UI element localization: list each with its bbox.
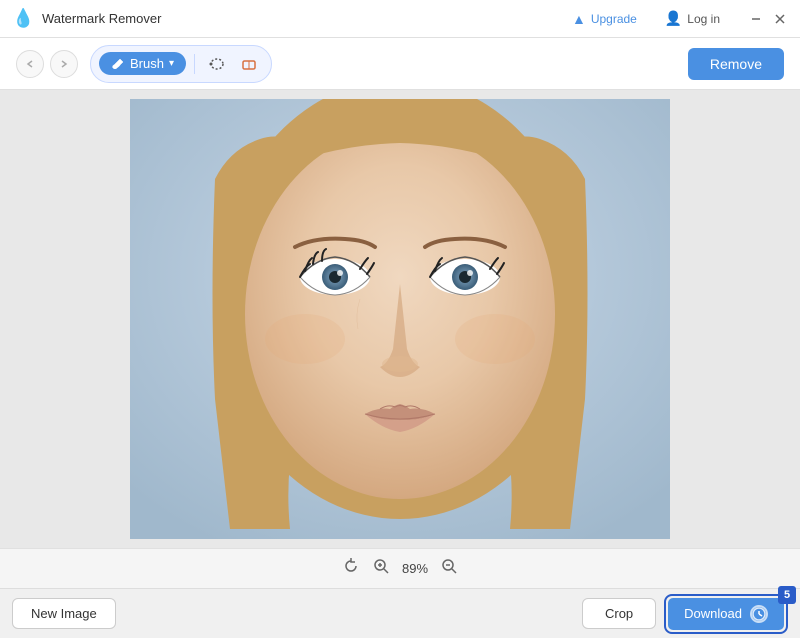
canvas-area[interactable] [0, 90, 800, 548]
crop-button[interactable]: Crop [582, 598, 656, 629]
tool-group: Brush ▾ [90, 45, 272, 83]
minimize-button[interactable] [748, 11, 764, 27]
title-bar: 💧 Watermark Remover ▲ Upgrade 👤 Log in [0, 0, 800, 38]
brush-dropdown-icon: ▾ [169, 58, 174, 69]
app-icon: 💧 [12, 8, 34, 30]
upgrade-label: Upgrade [591, 12, 637, 26]
login-label: Log in [687, 12, 720, 26]
toolbar-nav [16, 50, 78, 78]
download-label: Download [684, 606, 742, 621]
forward-button[interactable] [50, 50, 78, 78]
download-button[interactable]: Download [668, 598, 784, 630]
download-wrapper: 5 Download [664, 594, 788, 634]
close-button[interactable] [772, 11, 788, 27]
rotate-button[interactable] [342, 557, 360, 580]
toolbar: Brush ▾ Remove [0, 38, 800, 90]
upgrade-icon: ▲ [572, 11, 586, 27]
login-icon: 👤 [665, 10, 682, 27]
action-bar: New Image Crop 5 Download [0, 588, 800, 638]
zoom-bar: 89% [0, 548, 800, 588]
lasso-icon [208, 55, 226, 73]
eraser-tool-button[interactable] [235, 50, 263, 78]
lasso-tool-button[interactable] [203, 50, 231, 78]
brush-icon [111, 57, 125, 71]
new-image-button[interactable]: New Image [12, 598, 116, 629]
login-button[interactable]: 👤 Log in [657, 7, 728, 30]
brush-label: Brush [130, 56, 164, 71]
title-bar-right: ▲ Upgrade 👤 Log in [564, 7, 788, 30]
title-bar-left: 💧 Watermark Remover [12, 8, 161, 30]
tool-separator [194, 54, 195, 74]
main-image [130, 99, 670, 539]
download-clock-icon [750, 605, 768, 623]
eraser-icon [240, 55, 258, 73]
app-title: Watermark Remover [42, 11, 161, 26]
zoom-out-button[interactable] [440, 557, 458, 580]
download-badge: 5 [778, 586, 796, 604]
back-button[interactable] [16, 50, 44, 78]
upgrade-button[interactable]: ▲ Upgrade [564, 8, 645, 30]
remove-button[interactable]: Remove [688, 48, 784, 80]
window-controls [748, 11, 788, 27]
brush-tool-button[interactable]: Brush ▾ [99, 52, 186, 75]
zoom-level: 89% [402, 561, 428, 576]
action-bar-right: Crop 5 Download [582, 594, 788, 634]
zoom-in-button[interactable] [372, 557, 390, 580]
image-container [130, 99, 670, 539]
